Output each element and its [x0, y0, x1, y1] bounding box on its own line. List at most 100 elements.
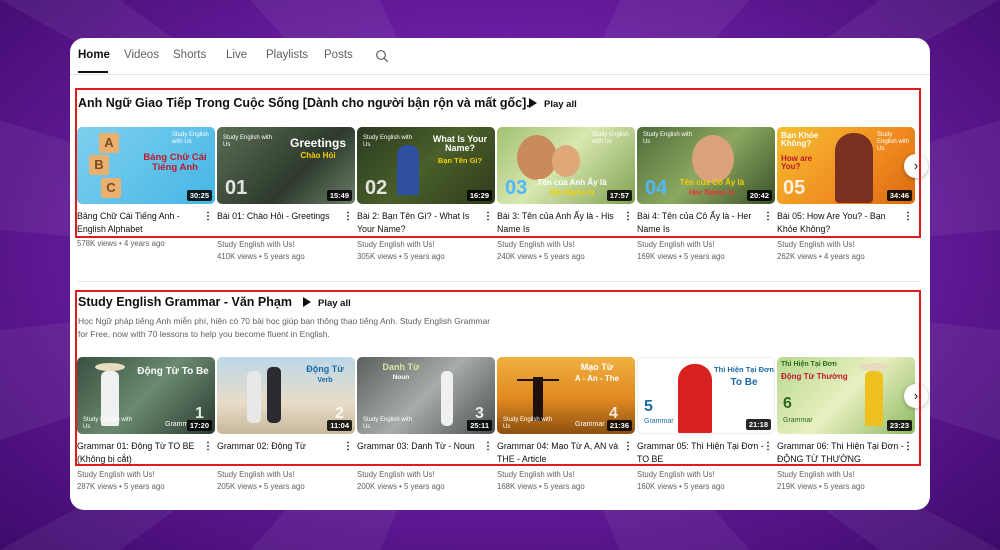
- video-thumbnail[interactable]: 5 Grammar Thì Hiện Tại Đơn To Be 21:18: [637, 357, 775, 434]
- more-vert-icon[interactable]: ⋮: [343, 211, 353, 222]
- more-vert-icon[interactable]: ⋮: [763, 211, 773, 222]
- active-tab-underline: [78, 71, 108, 73]
- video-title[interactable]: Grammar 03: Danh Từ - Noun: [357, 440, 485, 466]
- video-duration: 25:11: [467, 420, 492, 431]
- video-title[interactable]: Bài 2: Bạn Tên Gì? - What Is Your Name?: [357, 210, 485, 236]
- video-thumbnail[interactable]: Mạo Từ A - An - The Study English with U…: [497, 357, 635, 434]
- video-age: 5 years ago: [263, 482, 305, 491]
- tab-home[interactable]: Home: [78, 49, 110, 61]
- letter-block: A: [99, 133, 119, 153]
- play-all-button[interactable]: Play all: [529, 98, 577, 110]
- video-title[interactable]: Bài 05: How Are You? - Bạn Khỏe Không?: [777, 210, 905, 236]
- channel-name[interactable]: Study English with Us!: [217, 240, 355, 249]
- video-title[interactable]: Bài 3: Tên của Anh Ấy là - His Name Is: [497, 210, 625, 236]
- channel-name[interactable]: Study English with Us!: [637, 470, 775, 479]
- video-duration: 16:29: [466, 190, 492, 201]
- more-vert-icon[interactable]: ⋮: [203, 441, 213, 452]
- video-thumbnail[interactable]: Danh Từ Noun Study English with Us 3 25:…: [357, 357, 495, 434]
- video-title[interactable]: Bài 4: Tên của Cô Ấy là - Her Name Is: [637, 210, 765, 236]
- tab-shorts[interactable]: Shorts: [173, 49, 206, 61]
- video-card[interactable]: Thì Hiện Tại Đơn Động Từ Thường 6 Gramma…: [777, 357, 915, 491]
- tab-live[interactable]: Live: [226, 49, 247, 61]
- video-card[interactable]: Study English with Us Greetings Chào Hỏi…: [217, 127, 355, 261]
- video-thumbnail[interactable]: Study English with Us 03 Tên của Anh Ấy …: [497, 127, 635, 204]
- thumbnail-caption: Greetings: [289, 136, 346, 150]
- thumbnail-brand: Study English with Us: [503, 417, 553, 430]
- video-card[interactable]: Study English with Us What Is Your Name?…: [357, 127, 495, 261]
- thumbnail-silhouette: [517, 379, 559, 381]
- video-card[interactable]: Mạo Từ A - An - The Study English with U…: [497, 357, 635, 491]
- video-card[interactable]: 5 Grammar Thì Hiện Tại Đơn To Be 21:18 G…: [637, 357, 775, 491]
- channel-name[interactable]: Study English with Us!: [777, 470, 915, 479]
- section-title-grammar[interactable]: Study English Grammar - Văn Phạm: [78, 295, 292, 309]
- tab-playlists[interactable]: Playlists: [266, 49, 308, 61]
- video-age: 5 years ago: [403, 482, 445, 491]
- video-title[interactable]: Grammar 01: Động Từ TO BE (Không bị cắt): [77, 440, 205, 466]
- more-vert-icon[interactable]: ⋮: [623, 441, 633, 452]
- video-title[interactable]: Bài 01: Chào Hỏi - Greetings: [217, 210, 345, 236]
- video-meta: 305K views • 5 years ago: [357, 252, 445, 261]
- channel-name[interactable]: Study English with Us!: [217, 470, 355, 479]
- video-title[interactable]: Grammar 04: Mạo Từ A, AN và THE - Articl…: [497, 440, 625, 466]
- more-vert-icon[interactable]: ⋮: [903, 441, 913, 452]
- video-card[interactable]: Động Từ To Be Study English with Us Gram…: [77, 357, 215, 491]
- video-card[interactable]: Danh Từ Noun Study English with Us 3 25:…: [357, 357, 495, 491]
- video-thumbnail[interactable]: Động Từ Verb 2 11:04: [217, 357, 355, 434]
- video-views: 168K views: [497, 482, 537, 491]
- more-vert-icon[interactable]: ⋮: [623, 211, 633, 222]
- video-meta: 160K views • 5 years ago: [637, 482, 725, 491]
- video-thumbnail[interactable]: Bạn Khỏe Không? How are You? Study Engli…: [777, 127, 915, 204]
- video-meta: 168K views • 5 years ago: [497, 482, 585, 491]
- video-views: 160K views: [637, 482, 677, 491]
- thumbnail-number: 02: [365, 177, 388, 199]
- channel-name[interactable]: Study English with Us!: [777, 240, 915, 249]
- video-title[interactable]: Grammar 05: Thì Hiện Tại Đơn - TO BE: [637, 440, 765, 466]
- channel-name[interactable]: Study English with Us!: [357, 240, 495, 249]
- more-vert-icon[interactable]: ⋮: [483, 211, 493, 222]
- video-meta: 205K views • 5 years ago: [217, 482, 305, 491]
- chevron-right-icon[interactable]: ›: [904, 154, 928, 178]
- video-meta: 287K views • 5 years ago: [77, 482, 165, 491]
- video-card[interactable]: A B C Bảng Chữ Cái Tiếng Anh Study Engli…: [77, 127, 215, 248]
- video-age: 5 years ago: [823, 482, 865, 491]
- channel-name[interactable]: Study English with Us!: [497, 240, 635, 249]
- thumbnail-brand: Study English with Us: [877, 132, 910, 152]
- video-age: 5 years ago: [263, 252, 305, 261]
- video-title[interactable]: Grammar 02: Động Từ: [217, 440, 345, 466]
- thumbnail-number: 5: [644, 398, 653, 415]
- thumbnail-subcaption: Noun: [392, 374, 410, 381]
- thumbnail-brand: Study English with Us: [643, 132, 693, 145]
- more-vert-icon[interactable]: ⋮: [483, 441, 493, 452]
- channel-name[interactable]: Study English with Us!: [637, 240, 775, 249]
- play-icon: [303, 297, 311, 307]
- video-card[interactable]: Study English with Us 03 Tên của Anh Ấy …: [497, 127, 635, 261]
- play-all-button[interactable]: Play all: [303, 297, 351, 309]
- thumbnail-subcaption: Verb: [317, 377, 333, 384]
- channel-name[interactable]: Study English with Us!: [357, 470, 495, 479]
- thumbnail-face: [692, 135, 734, 183]
- video-thumbnail[interactable]: A B C Bảng Chữ Cái Tiếng Anh Study Engli…: [77, 127, 215, 204]
- more-vert-icon[interactable]: ⋮: [343, 441, 353, 452]
- section-title-conversation[interactable]: Anh Ngữ Giao Tiếp Trong Cuộc Sống [Dành …: [78, 96, 530, 110]
- more-vert-icon[interactable]: ⋮: [903, 211, 913, 222]
- video-thumbnail[interactable]: Động Từ To Be Study English with Us Gram…: [77, 357, 215, 434]
- more-vert-icon[interactable]: ⋮: [203, 211, 213, 222]
- search-icon[interactable]: [375, 49, 389, 63]
- video-card[interactable]: Động Từ Verb 2 11:04 Grammar 02: Động Từ…: [217, 357, 355, 491]
- video-thumbnail[interactable]: Study English with Us 04 Tên của Cô Ấy l…: [637, 127, 775, 204]
- channel-tabs: Home Videos Shorts Live Playlists Posts: [70, 38, 930, 75]
- video-title[interactable]: Grammar 06: Thì Hiện Tại Đơn - ĐỘNG TỪ T…: [777, 440, 905, 466]
- channel-name[interactable]: Study English with Us!: [497, 470, 635, 479]
- chevron-right-icon[interactable]: ›: [904, 384, 928, 408]
- video-card[interactable]: Bạn Khỏe Không? How are You? Study Engli…: [777, 127, 915, 261]
- video-title[interactable]: Bảng Chữ Cái Tiếng Anh - English Alphabe…: [77, 210, 205, 236]
- channel-name[interactable]: Study English with Us!: [77, 470, 215, 479]
- video-thumbnail[interactable]: Study English with Us Greetings Chào Hỏi…: [217, 127, 355, 204]
- video-thumbnail[interactable]: Study English with Us What Is Your Name?…: [357, 127, 495, 204]
- more-vert-icon[interactable]: ⋮: [763, 441, 773, 452]
- video-card[interactable]: Study English with Us 04 Tên của Cô Ấy l…: [637, 127, 775, 261]
- thumbnail-caption: What Is Your Name?: [432, 134, 488, 154]
- video-thumbnail[interactable]: Thì Hiện Tại Đơn Động Từ Thường 6 Gramma…: [777, 357, 915, 434]
- tab-videos[interactable]: Videos: [124, 49, 159, 61]
- tab-posts[interactable]: Posts: [324, 49, 353, 61]
